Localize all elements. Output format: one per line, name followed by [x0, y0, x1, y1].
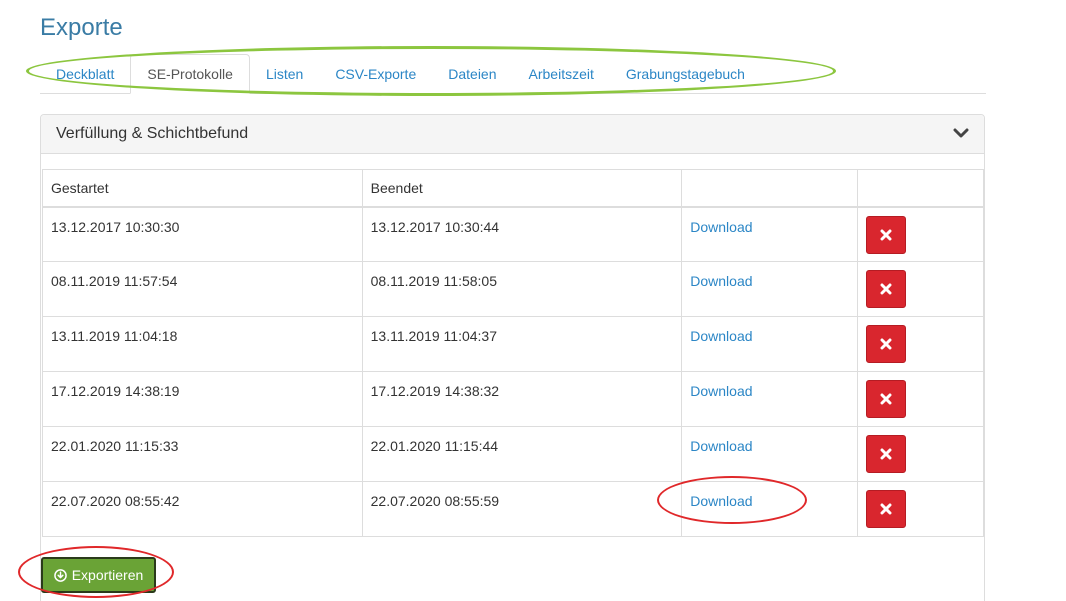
- tab-csv-exporte[interactable]: CSV-Exporte: [319, 54, 432, 93]
- tab-bar: Deckblatt SE-Protokolle Listen CSV-Expor…: [40, 54, 986, 94]
- download-link[interactable]: Download: [690, 328, 752, 344]
- delete-button[interactable]: [866, 270, 907, 308]
- download-link[interactable]: Download: [690, 219, 752, 235]
- cell-ended: 22.01.2020 11:15:44: [361, 426, 683, 482]
- page-title: Exporte: [40, 14, 123, 41]
- cell-started: 08.11.2019 11:57:54: [42, 261, 363, 317]
- header-download: [681, 169, 859, 208]
- download-circle-icon: [53, 568, 67, 582]
- cell-started: 17.12.2019 14:38:19: [42, 371, 363, 427]
- export-table: Gestartet Beendet 13.12.2017 10:30:30 13…: [42, 169, 984, 537]
- cell-started: 13.12.2017 10:30:30: [42, 206, 363, 262]
- tab-grabungstagebuch[interactable]: Grabungstagebuch: [610, 54, 761, 93]
- table-row: 22.01.2020 11:15:33 22.01.2020 11:15:44 …: [42, 426, 984, 482]
- times-icon: [880, 448, 892, 460]
- delete-button[interactable]: [866, 490, 907, 528]
- tab-arbeitszeit[interactable]: Arbeitszeit: [513, 54, 610, 93]
- chevron-down-icon[interactable]: [953, 128, 969, 140]
- times-icon: [880, 229, 892, 240]
- download-link[interactable]: Download: [690, 383, 752, 399]
- times-icon: [880, 283, 892, 295]
- delete-button[interactable]: [866, 325, 907, 363]
- table-row: 08.11.2019 11:57:54 08.11.2019 11:58:05 …: [42, 261, 984, 317]
- delete-button[interactable]: [866, 380, 907, 418]
- table-row: 22.07.2020 08:55:42 22.07.2020 08:55:59 …: [42, 481, 984, 537]
- download-link[interactable]: Download: [690, 493, 752, 509]
- cell-ended: 22.07.2020 08:55:59: [361, 481, 683, 537]
- times-icon: [880, 393, 892, 405]
- table-header-row: Gestartet Beendet: [42, 169, 984, 208]
- delete-button[interactable]: [866, 435, 907, 473]
- times-icon: [880, 503, 892, 515]
- tab-se-protokolle[interactable]: SE-Protokolle: [130, 54, 250, 94]
- page: Exporte Deckblatt SE-Protokolle Listen C…: [0, 0, 1066, 601]
- table-row: 17.12.2019 14:38:19 17.12.2019 14:38:32 …: [42, 371, 984, 427]
- protocol-panel: Verfüllung & Schichtbefund Gestartet Bee…: [40, 114, 985, 601]
- cell-started: 22.07.2020 08:55:42: [42, 481, 363, 537]
- cell-started: 22.01.2020 11:15:33: [42, 426, 363, 482]
- times-icon: [880, 338, 892, 350]
- table-row: 13.11.2019 11:04:18 13.11.2019 11:04:37 …: [42, 316, 984, 372]
- table-row: 13.12.2017 10:30:30 13.12.2017 10:30:44 …: [42, 206, 984, 262]
- header-delete: [857, 169, 984, 208]
- header-beendet: Beendet: [361, 169, 683, 208]
- delete-button[interactable]: [866, 215, 907, 254]
- tab-deckblatt[interactable]: Deckblatt: [40, 54, 130, 93]
- cell-ended: 08.11.2019 11:58:05: [361, 261, 683, 317]
- panel-title: Verfüllung & Schichtbefund: [56, 125, 249, 142]
- header-gestartet: Gestartet: [42, 169, 363, 208]
- cell-ended: 13.12.2017 10:30:44: [361, 206, 683, 262]
- cell-ended: 13.11.2019 11:04:37: [361, 316, 683, 372]
- export-button-label: Exportieren: [71, 567, 144, 583]
- export-button[interactable]: Exportieren: [41, 557, 156, 593]
- tab-dateien[interactable]: Dateien: [432, 54, 512, 93]
- panel-heading[interactable]: Verfüllung & Schichtbefund: [41, 115, 984, 154]
- cell-started: 13.11.2019 11:04:18: [42, 316, 363, 372]
- cell-ended: 17.12.2019 14:38:32: [361, 371, 683, 427]
- tab-listen[interactable]: Listen: [250, 54, 319, 93]
- download-link[interactable]: Download: [690, 438, 752, 454]
- download-link[interactable]: Download: [690, 273, 752, 289]
